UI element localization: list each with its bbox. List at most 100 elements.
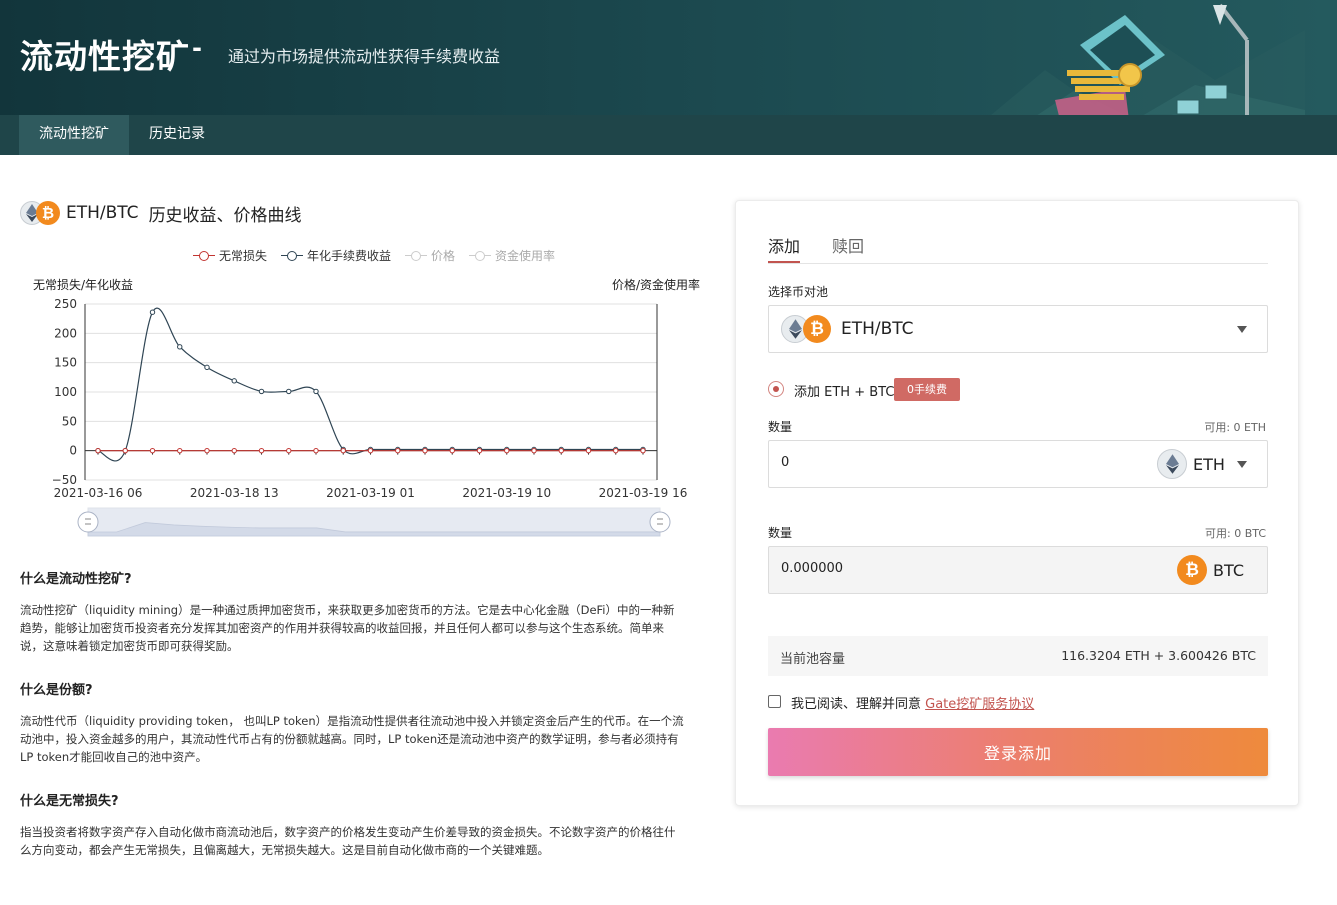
data-point (177, 344, 183, 350)
data-point (231, 447, 237, 454)
legend-impermanent-loss[interactable]: 无常损失 (193, 247, 267, 264)
data-point (177, 447, 183, 454)
tab-redeem[interactable]: 赎回 (832, 233, 864, 257)
history-chart[interactable]: 250 200 150 100 50 0 −502021-03-16 06 2021-03-1… (0, 290, 710, 545)
pair-icons: ₿ (20, 200, 62, 226)
agree-statement: 我已阅读、理解并同意 Gate挖矿服务协议 (791, 697, 1035, 712)
legend-marker-icon (405, 250, 428, 262)
amount-eth-input[interactable] (781, 455, 1081, 470)
add-both-radio[interactable] (768, 381, 784, 397)
mining-illustration-icon (991, 3, 1305, 115)
data-point (313, 447, 319, 454)
pool-capacity-value: 116.3204 ETH + 3.600426 BTC (1061, 648, 1256, 663)
x-tick-label: 2021-03-19 16 (599, 486, 688, 500)
tab-add[interactable]: 添加 (768, 233, 800, 257)
legend-annual-fee-yield[interactable]: 年化手续费收益 (281, 247, 391, 264)
data-point (340, 447, 346, 454)
y-tick-label: 0 (69, 444, 77, 458)
amount-btc-input (781, 561, 1081, 576)
add-both-label: 添加 ETH + BTC (794, 385, 895, 400)
bitcoin-icon: ₿ (803, 315, 831, 343)
y-tick-label: −50 (52, 473, 77, 487)
data-point (149, 447, 156, 454)
y-tick-label: 100 (54, 385, 77, 399)
data-point (585, 447, 592, 454)
available-btc: 可用: 0 BTC (1205, 527, 1266, 540)
info-section-share: 什么是份额? 流动性代币（liquidity providing token， … (20, 679, 684, 766)
bitcoin-icon: ₿ (36, 201, 60, 225)
info-section-mining: 什么是流动性挖矿? 流动性挖矿（liquidity mining）是一种通过质押… (20, 568, 684, 655)
chevron-down-icon[interactable] (1237, 461, 1247, 468)
info-heading: 什么是无常损失? (20, 794, 119, 809)
pool-select[interactable]: ₿ ETH/BTC (768, 305, 1268, 353)
login-add-button[interactable]: 登录添加 (768, 728, 1268, 776)
tab-history[interactable]: 历史记录 (129, 115, 225, 155)
x-tick-label: 2021-03-19 01 (326, 486, 415, 500)
y-tick-label: 200 (54, 326, 77, 340)
tab-divider (768, 263, 1268, 264)
available-eth: 可用: 0 ETH (1204, 421, 1266, 434)
data-point (613, 447, 619, 454)
amount-eth-field[interactable]: ETH (768, 440, 1268, 488)
data-point (258, 388, 265, 395)
y-tick-label: 50 (62, 414, 77, 428)
legend-marker-icon (193, 250, 215, 262)
pool-capacity-label: 当前池容量 (780, 652, 846, 667)
info-heading: 什么是份额? (20, 683, 93, 698)
pool-select-label: 选择币对池 (768, 285, 829, 299)
data-point (531, 447, 537, 454)
chevron-down-icon (1237, 326, 1247, 333)
amount-btc-label: 数量 (768, 526, 793, 540)
add-liquidity-panel: 添加 赎回 选择币对池 ₿ ETH/BTC 添加 ETH + BTC 0手续费 … (735, 200, 1299, 806)
datazoom-handle-right[interactable] (649, 511, 671, 533)
eth-coin-select[interactable]: ETH (1193, 455, 1225, 474)
y-tick-label: 150 (54, 356, 77, 370)
page-subtitle: 通过为市场提供流动性获得手续费收益 (228, 47, 501, 66)
data-point (640, 447, 646, 454)
info-body: 指当投资者将数字资产存入自动化做市商流动池后，数字资产的价格发生变动产生价差导致… (20, 825, 676, 857)
tab-liquidity-mining[interactable]: 流动性挖矿 (19, 115, 129, 155)
chart-legend: 无常损失 年化手续费收益 价格 资金使用率 (193, 247, 555, 264)
pair-icons: ₿ (781, 314, 831, 344)
btc-coin-name: BTC (1213, 561, 1244, 580)
legend-marker-icon (469, 250, 492, 262)
service-agreement-link[interactable]: Gate挖矿服务协议 (925, 697, 1034, 712)
agree-checkbox[interactable] (768, 695, 781, 708)
info-body: 流动性挖矿（liquidity mining）是一种通过质押加密货币，来获取更多… (20, 603, 675, 653)
data-point (204, 447, 210, 454)
info-heading: 什么是流动性挖矿? (20, 572, 132, 587)
data-point (204, 364, 210, 371)
legend-price[interactable]: 价格 (405, 247, 455, 264)
data-point (231, 378, 237, 384)
data-point (95, 447, 101, 454)
x-tick-label: 2021-03-18 13 (190, 486, 279, 500)
legend-marker-icon (281, 250, 304, 262)
data-point (286, 388, 292, 395)
amount-eth-label: 数量 (768, 420, 793, 434)
x-tick-label: 2021-03-16 06 (54, 486, 143, 500)
title-separator: - (192, 34, 202, 62)
info-section-impermanent-loss: 什么是无常损失? 指当投资者将数字资产存入自动化做市商流动池后，数字资产的价格发… (20, 790, 684, 859)
fee-badge: 0手续费 (894, 378, 960, 401)
data-point (149, 309, 156, 315)
pair-name: ETH/BTC (66, 203, 139, 223)
data-point (313, 388, 319, 395)
data-point (504, 447, 510, 454)
bitcoin-icon: ₿ (1177, 555, 1207, 585)
ethereum-icon (1157, 449, 1187, 479)
data-point (367, 447, 374, 454)
data-point (286, 447, 292, 454)
data-point (122, 447, 128, 454)
page-title: 流动性挖矿 (20, 37, 190, 76)
pool-select-value: ETH/BTC (841, 319, 914, 339)
legend-capital-utilization[interactable]: 资金使用率 (469, 247, 555, 264)
series-line (97, 307, 643, 462)
data-point (422, 447, 428, 454)
y-tick-label: 250 (54, 297, 77, 311)
pool-capacity: 当前池容量 116.3204 ETH + 3.600426 BTC (768, 636, 1268, 676)
amount-btc-field: ₿ BTC (768, 546, 1268, 594)
datazoom-handle-left[interactable] (77, 511, 99, 533)
info-body: 流动性代币（liquidity providing token， 也叫LP to… (20, 714, 684, 764)
data-point (449, 447, 455, 454)
header-banner: 流动性挖矿 - 通过为市场提供流动性获得手续费收益 (0, 0, 1337, 115)
